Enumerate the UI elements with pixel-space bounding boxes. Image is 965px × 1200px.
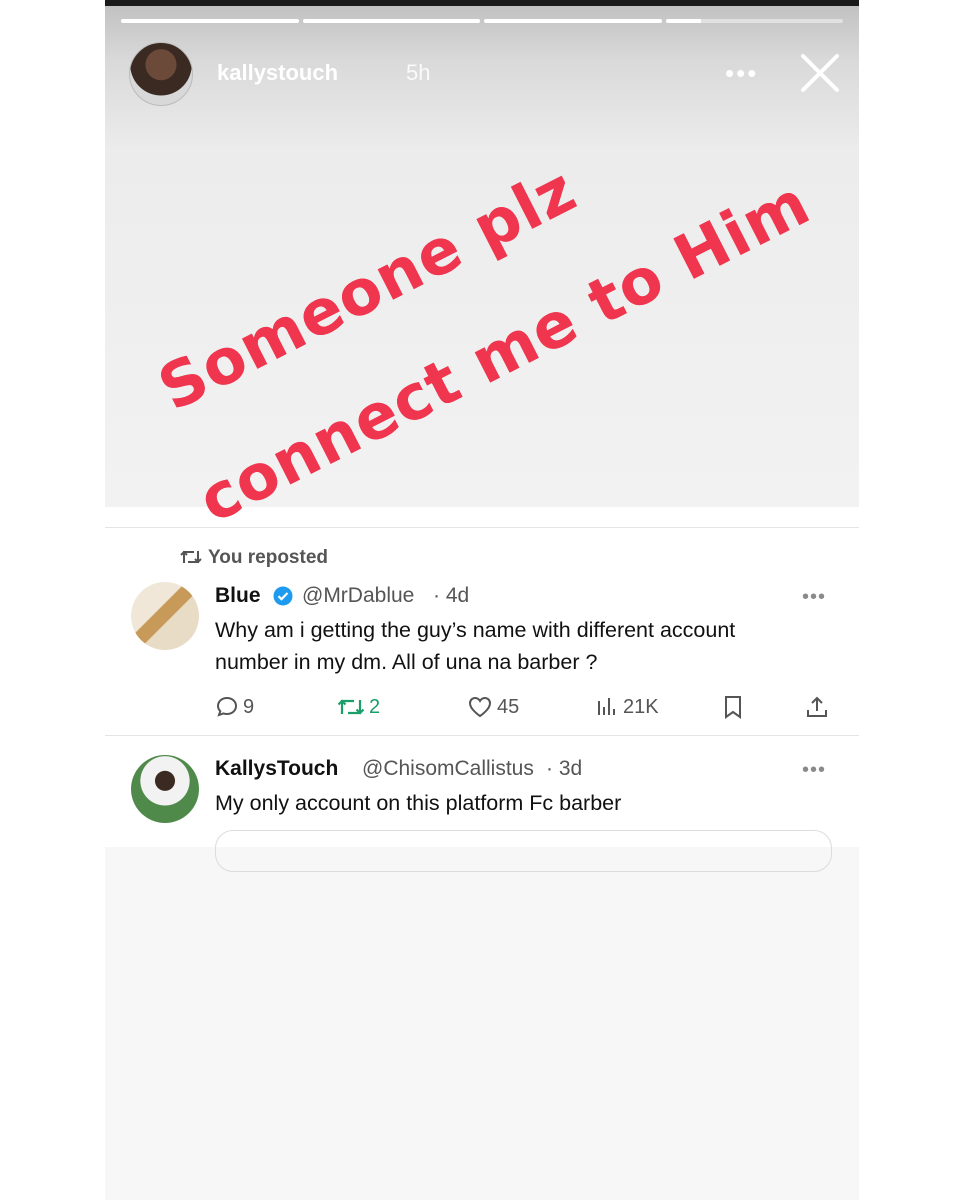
repost-count: 2	[369, 695, 381, 718]
share-icon	[807, 696, 827, 717]
tweet-screenshot: You reposted Blue @MrDablue · 4d ••• Why…	[105, 507, 859, 872]
repost-button[interactable]: 2	[337, 692, 380, 722]
repost-icon	[180, 550, 202, 564]
repost-indicator: You reposted	[180, 547, 328, 569]
reply-button[interactable]: 9	[215, 692, 254, 722]
story-header: kallystouch 5h •••	[129, 42, 849, 106]
close-icon[interactable]	[797, 50, 843, 96]
progress-segment	[121, 19, 299, 23]
story-frame: kallystouch 5h ••• You reposted Blue @Mr…	[105, 0, 859, 1200]
top-bar	[105, 0, 859, 6]
heart-icon	[468, 696, 492, 718]
share-button[interactable]	[805, 692, 833, 722]
tweet-text-line: number in my dm. All of una na barber ?	[215, 650, 598, 674]
divider	[105, 527, 859, 528]
avatar[interactable]	[131, 582, 199, 650]
tweet-actions: 9 2 45 21K	[215, 692, 835, 722]
tweet-text-line: Why am i getting the guy’s name with dif…	[215, 618, 736, 642]
tweet-timestamp: · 4d	[433, 584, 470, 607]
tweet-timestamp: · 3d	[546, 757, 583, 780]
progress-segment	[484, 19, 662, 23]
views-button[interactable]: 21K	[595, 692, 659, 722]
like-count: 45	[497, 695, 520, 718]
tweet-author-handle[interactable]: @MrDablue	[302, 584, 414, 608]
tweet-text: My only account on this platform Fc barb…	[215, 791, 622, 815]
reply-count: 9	[243, 695, 255, 718]
avatar[interactable]	[129, 42, 193, 106]
more-options-icon[interactable]: •••	[725, 58, 758, 89]
reply-icon	[216, 696, 238, 717]
views-count: 21K	[623, 695, 659, 718]
repost-label: You reposted	[208, 547, 328, 568]
more-options-icon[interactable]: •••	[802, 586, 826, 609]
verified-badge-icon	[273, 586, 293, 606]
quoted-card[interactable]	[215, 830, 832, 872]
bookmark-button[interactable]	[722, 692, 748, 722]
tweet-text: Why am i getting the guy’s name with dif…	[215, 614, 845, 678]
tweet-author-name[interactable]: Blue	[215, 584, 261, 608]
like-button[interactable]: 45	[467, 692, 519, 722]
story-username[interactable]: kallystouch	[217, 60, 338, 86]
tweet-author-name[interactable]: KallysTouch	[215, 757, 338, 781]
repost-icon	[337, 699, 365, 715]
more-options-icon[interactable]: •••	[802, 759, 826, 782]
divider	[105, 735, 859, 736]
tweet-author-handle[interactable]: @ChisomCallistus	[362, 757, 534, 781]
story-timestamp: 5h	[406, 60, 431, 85]
avatar[interactable]	[131, 755, 199, 823]
bookmark-icon	[725, 696, 741, 719]
story-progress	[121, 19, 843, 23]
progress-segment	[302, 19, 480, 23]
views-icon	[598, 698, 615, 715]
progress-segment	[665, 19, 843, 23]
